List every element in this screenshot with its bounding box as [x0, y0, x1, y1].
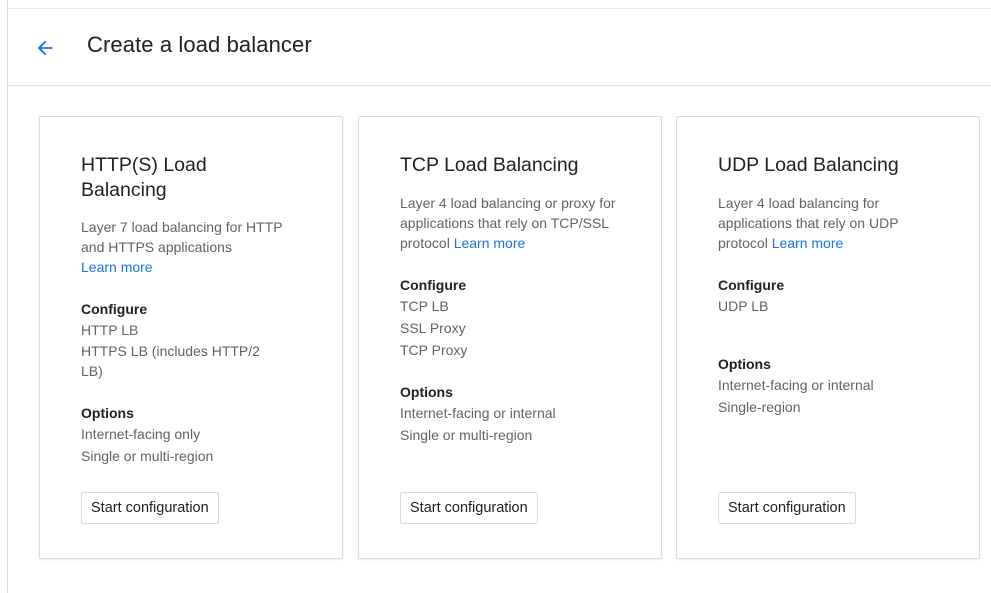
learn-more-link[interactable]: Learn more [772, 235, 844, 251]
card-body: HTTP(S) Load Balancing Layer 7 load bala… [81, 153, 321, 467]
configure-heading: Configure [718, 277, 785, 293]
page-title: Create a load balancer [87, 32, 312, 57]
configure-heading: Configure [81, 301, 148, 317]
page-header: Create a load balancer [8, 9, 991, 86]
configure-item: TCP LB [400, 298, 449, 314]
options-item: Single or multi-region [400, 427, 533, 443]
card-title: TCP Load Balancing [400, 154, 579, 176]
card-body: UDP Load Balancing Layer 4 load balancin… [718, 153, 958, 418]
card-tcp-load-balancing: TCP Load Balancing Layer 4 load balancin… [358, 116, 662, 559]
options-item: Single-region [718, 399, 801, 415]
options-heading: Options [718, 356, 771, 372]
configure-item: HTTP LB [81, 322, 139, 338]
page-left-border [7, 0, 8, 593]
card-title: HTTP(S) Load Balancing [81, 154, 207, 201]
options-heading: Options [81, 405, 134, 421]
configure-heading: Configure [400, 277, 467, 293]
start-configuration-button[interactable]: Start configuration [81, 492, 219, 524]
options-item: Single or multi-region [81, 448, 214, 464]
card-title: UDP Load Balancing [718, 154, 899, 176]
card-body: TCP Load Balancing Layer 4 load balancin… [400, 153, 640, 446]
options-item: Internet-facing only [81, 426, 201, 442]
back-button[interactable] [32, 35, 58, 61]
options-item: Internet-facing or internal [718, 377, 874, 393]
options-item: Internet-facing or internal [400, 405, 556, 421]
learn-more-link[interactable]: Learn more [454, 235, 526, 251]
start-configuration-button[interactable]: Start configuration [718, 492, 856, 524]
card-description-block: Layer 4 load balancing for applications … [718, 193, 933, 253]
card-https-load-balancing: HTTP(S) Load Balancing Layer 7 load bala… [39, 116, 343, 559]
card-udp-load-balancing: UDP Load Balancing Layer 4 load balancin… [676, 116, 980, 559]
configure-item: HTTPS LB (includes HTTP/2 LB) [81, 343, 260, 379]
configure-item: SSL Proxy [400, 320, 466, 336]
arrow-left-icon [37, 40, 53, 56]
card-description-block: Layer 7 load balancing for HTTP and HTTP… [81, 217, 306, 277]
start-configuration-button[interactable]: Start configuration [400, 492, 538, 524]
configure-item: UDP LB [718, 298, 769, 314]
card-description-block: Layer 4 load balancing or proxy for appl… [400, 193, 625, 253]
learn-more-link[interactable]: Learn more [81, 259, 153, 275]
options-heading: Options [400, 384, 453, 400]
configure-item: TCP Proxy [400, 342, 468, 358]
card-description: Layer 7 load balancing for HTTP and HTTP… [81, 219, 283, 255]
